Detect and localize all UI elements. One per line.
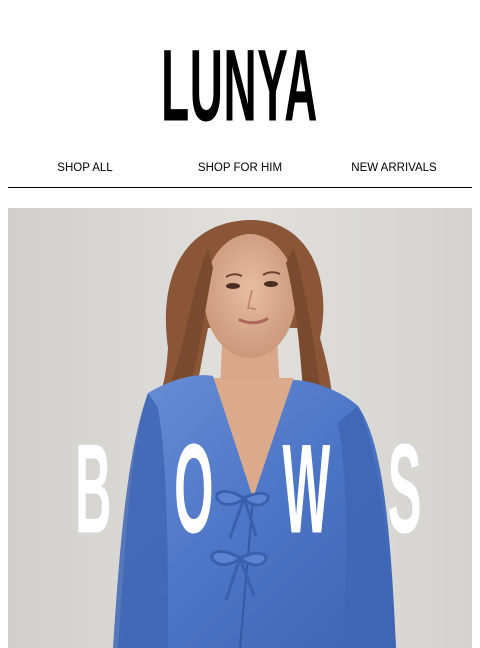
hero-banner[interactable]: B O W S: [8, 208, 472, 648]
headline-letter: O: [174, 419, 214, 560]
headline-letter: W: [282, 419, 331, 560]
nav-shop-for-him-link[interactable]: SHOP FOR HIM: [198, 162, 282, 174]
brand-logo-link[interactable]: LUNYA: [0, 34, 480, 138]
headline-letter: S: [387, 419, 422, 560]
nav-new-arrivals-link[interactable]: NEW ARRIVALS: [351, 162, 436, 174]
main-nav: SHOP ALL SHOP FOR HIM NEW ARRIVALS: [8, 152, 472, 188]
hero-headline: B O W S: [8, 426, 472, 556]
nav-shop-all-link[interactable]: SHOP ALL: [57, 162, 112, 174]
headline-letter: B: [74, 419, 112, 560]
brand-logo: LUNYA: [161, 28, 319, 143]
